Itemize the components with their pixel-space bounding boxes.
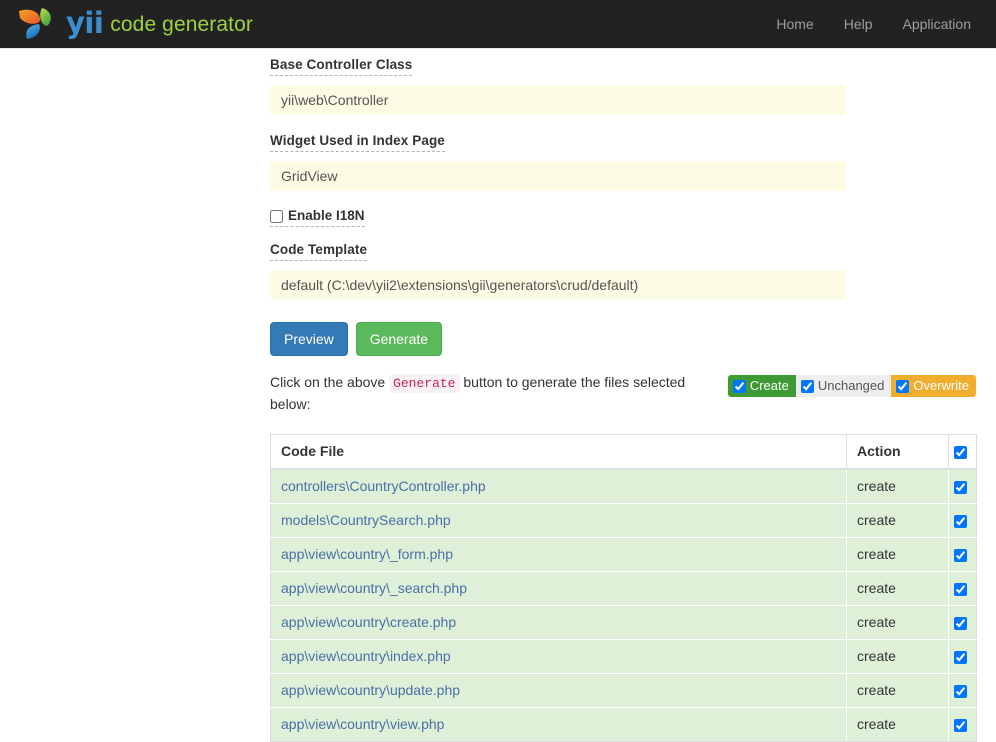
table-row: app\view\country\update.php create <box>271 674 977 708</box>
cell-select[interactable] <box>949 708 977 742</box>
cell-code-file: models\CountrySearch.php <box>271 504 847 538</box>
legend-unchanged-label: Unchanged <box>818 378 885 394</box>
code-file-link[interactable]: app\view\country\view.php <box>281 716 444 732</box>
table-row: models\CountrySearch.php create <box>271 504 977 538</box>
table-row: controllers\CountryController.php create <box>271 469 977 504</box>
cell-action: create <box>847 572 949 606</box>
cell-action: create <box>847 469 949 504</box>
cell-code-file: app\view\country\index.php <box>271 640 847 674</box>
brand-yii-text: yii <box>66 9 103 38</box>
nav-link-home[interactable]: Home <box>761 0 828 48</box>
field-enable-i18n: Enable I18N <box>270 208 846 227</box>
header-select-all[interactable] <box>949 435 977 470</box>
legend-overwrite-checkbox[interactable] <box>896 380 909 393</box>
generate-button[interactable]: Generate <box>356 322 442 356</box>
row-select-checkbox[interactable] <box>954 481 967 494</box>
row-select-checkbox[interactable] <box>954 651 967 664</box>
cell-code-file: app\view\country\view.php <box>271 708 847 742</box>
preview-button[interactable]: Preview <box>270 322 348 356</box>
table-row: app\view\country\index.php create <box>271 640 977 674</box>
widget-used-in-index-page-label: Widget Used in Index Page <box>270 133 445 152</box>
top-navbar: yii code generator Home Help Application <box>0 0 996 49</box>
navbar-links: Home Help Application <box>761 0 996 48</box>
base-controller-class-input[interactable] <box>270 85 846 115</box>
field-widget-used-in-index-page: Widget Used in Index Page <box>270 132 846 191</box>
header-action: Action <box>847 435 949 470</box>
status-legend: Create Unchanged Overwrite <box>728 375 976 397</box>
code-template-input[interactable] <box>270 270 846 300</box>
cell-code-file: app\view\country\create.php <box>271 606 847 640</box>
cell-select[interactable] <box>949 504 977 538</box>
row-select-checkbox[interactable] <box>954 549 967 562</box>
yii-butterfly-logo-icon <box>16 4 60 44</box>
code-files-table: Code File Action controllers\CountryCont… <box>270 434 977 742</box>
row-select-checkbox[interactable] <box>954 515 967 528</box>
cell-code-file: app\view\country\update.php <box>271 674 847 708</box>
form-actions: Preview Generate <box>270 322 846 356</box>
cell-code-file: controllers\CountryController.php <box>271 469 847 504</box>
code-files-table-wrapper: Code File Action controllers\CountryCont… <box>270 434 976 742</box>
widget-used-in-index-page-input[interactable] <box>270 161 846 191</box>
table-row: app\view\country\_search.php create <box>271 572 977 606</box>
code-file-link[interactable]: models\CountrySearch.php <box>281 512 451 528</box>
table-row: app\view\country\create.php create <box>271 606 977 640</box>
cell-action: create <box>847 640 949 674</box>
legend-item-overwrite[interactable]: Overwrite <box>891 375 976 397</box>
generate-hint: Click on the above Generate button to ge… <box>270 372 700 415</box>
row-select-checkbox[interactable] <box>954 719 967 732</box>
enable-i18n-label-text: Enable I18N <box>288 208 365 224</box>
code-file-link[interactable]: app\view\country\_form.php <box>281 546 453 562</box>
table-header-row: Code File Action <box>271 435 977 470</box>
hint-and-legend: Click on the above Generate button to ge… <box>270 372 976 418</box>
field-base-controller-class: Base Controller Class <box>270 56 846 115</box>
code-file-link[interactable]: app\view\country\index.php <box>281 648 451 664</box>
row-select-checkbox[interactable] <box>954 583 967 596</box>
table-row: app\view\country\_form.php create <box>271 538 977 572</box>
nav-link-help[interactable]: Help <box>829 0 888 48</box>
base-controller-class-label: Base Controller Class <box>270 57 412 76</box>
legend-create-checkbox[interactable] <box>733 380 746 393</box>
legend-item-unchanged[interactable]: Unchanged <box>796 375 892 397</box>
brand-subtitle: code generator <box>110 14 253 35</box>
code-file-link[interactable]: app\view\country\update.php <box>281 682 460 698</box>
row-select-checkbox[interactable] <box>954 617 967 630</box>
code-file-link[interactable]: controllers\CountryController.php <box>281 478 486 494</box>
cell-select[interactable] <box>949 640 977 674</box>
page-content: Base Controller Class Widget Used in Ind… <box>0 49 996 742</box>
cell-action: create <box>847 538 949 572</box>
cell-select[interactable] <box>949 538 977 572</box>
code-file-link[interactable]: app\view\country\_search.php <box>281 580 467 596</box>
hint-before-text: Click on the above <box>270 374 385 390</box>
cell-action: create <box>847 674 949 708</box>
row-select-checkbox[interactable] <box>954 685 967 698</box>
cell-select[interactable] <box>949 606 977 640</box>
generator-form: Base Controller Class Widget Used in Ind… <box>270 49 846 356</box>
cell-select[interactable] <box>949 572 977 606</box>
legend-unchanged-checkbox[interactable] <box>801 380 814 393</box>
enable-i18n-label[interactable]: Enable I18N <box>270 208 365 227</box>
brand-home-link[interactable]: yii code generator <box>0 0 253 48</box>
table-row: app\view\country\view.php create <box>271 708 977 742</box>
enable-i18n-checkbox[interactable] <box>270 210 283 223</box>
nav-link-application[interactable]: Application <box>888 0 987 48</box>
cell-code-file: app\view\country\_form.php <box>271 538 847 572</box>
cell-select[interactable] <box>949 469 977 504</box>
code-file-link[interactable]: app\view\country\create.php <box>281 614 456 630</box>
cell-select[interactable] <box>949 674 977 708</box>
cell-action: create <box>847 504 949 538</box>
cell-action: create <box>847 606 949 640</box>
code-template-label: Code Template <box>270 242 367 261</box>
hint-code-generate: Generate <box>389 374 459 393</box>
cell-action: create <box>847 708 949 742</box>
legend-create-label: Create <box>750 378 789 394</box>
select-all-checkbox[interactable] <box>954 446 967 459</box>
cell-code-file: app\view\country\_search.php <box>271 572 847 606</box>
legend-overwrite-label: Overwrite <box>913 378 969 394</box>
header-code-file: Code File <box>271 435 847 470</box>
field-code-template: Code Template <box>270 241 846 300</box>
legend-item-create[interactable]: Create <box>728 375 796 397</box>
table-head: Code File Action <box>271 435 977 470</box>
table-body: controllers\CountryController.phpcreatem… <box>271 469 977 742</box>
